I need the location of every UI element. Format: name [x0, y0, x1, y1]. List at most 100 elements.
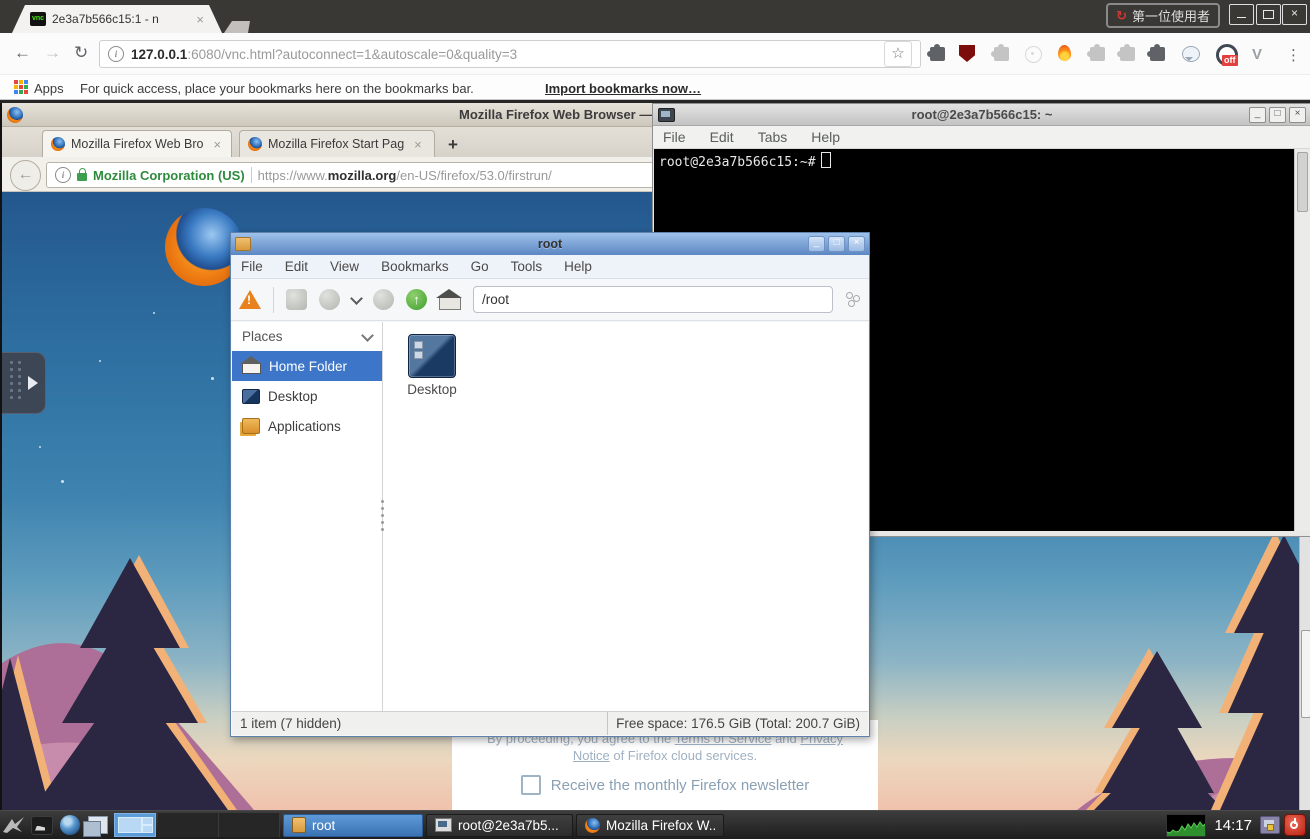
extension-puzzle-dark2-icon[interactable]	[1150, 47, 1165, 61]
terminal-titlebar[interactable]: root@2e3a7b566c15: ~ _ □ ×	[653, 104, 1310, 126]
firefox-tab-background[interactable]: Mozilla Firefox Start Pag ×	[239, 130, 435, 157]
firefox-tab2-close-icon[interactable]: ×	[414, 137, 422, 152]
fm-menu-bookmarks[interactable]: Bookmarks	[381, 259, 449, 274]
url-domain: mozilla.org	[328, 168, 397, 183]
atom-extension-icon[interactable]	[1025, 46, 1042, 63]
profile-badge[interactable]: ↻ 第一位使用者	[1106, 3, 1220, 28]
extension-puzzle-dark-icon[interactable]	[930, 47, 945, 61]
flame-extension-icon[interactable]	[1058, 45, 1071, 61]
home-folder-icon	[242, 364, 261, 374]
proxy-off-extension-icon[interactable]: off	[1216, 44, 1238, 66]
firefox-tab2-title: Mozilla Firefox Start Pag	[268, 137, 404, 151]
power-button[interactable]	[1284, 814, 1306, 836]
newsletter-checkbox[interactable]	[521, 775, 541, 795]
workspace-pager-active[interactable]	[114, 813, 156, 837]
cpu-monitor[interactable]	[1166, 814, 1206, 837]
firefox-tab-active[interactable]: Mozilla Firefox Web Bro ×	[42, 130, 232, 157]
back-icon[interactable]: ←	[14, 43, 31, 63]
identity-label[interactable]: Mozilla Corporation (US)	[93, 168, 245, 183]
sidebar-item-applications[interactable]: Applications	[232, 411, 382, 441]
file-manager-launcher[interactable]	[84, 813, 112, 838]
fm-maximize-button[interactable]: □	[828, 236, 845, 252]
fm-file-view[interactable]: Desktop	[383, 322, 868, 711]
back-nav-icon[interactable]	[319, 289, 340, 310]
window-close-button[interactable]: ×	[1282, 4, 1307, 25]
apps-grid-icon[interactable]	[14, 80, 28, 94]
taskbar-task-terminal[interactable]: root@2e3a7b5...	[426, 814, 573, 837]
path-input[interactable]: /root	[473, 286, 833, 313]
firefox-new-tab-button[interactable]: +	[448, 135, 458, 155]
fm-menu-edit[interactable]: Edit	[285, 259, 308, 274]
sidebar-item-home[interactable]: Home Folder	[232, 351, 382, 381]
view-options-icon[interactable]	[845, 292, 861, 308]
terminal-menu-tabs[interactable]: Tabs	[758, 129, 788, 145]
forward-icon[interactable]: →	[44, 43, 61, 63]
up-directory-icon[interactable]: ↑	[406, 289, 427, 310]
history-chevron-icon[interactable]	[350, 292, 363, 305]
sidebar-item-desktop[interactable]: Desktop	[232, 381, 382, 411]
terminal-maximize-button[interactable]: □	[1269, 107, 1286, 123]
firefox-window-icon	[7, 107, 23, 123]
fm-close-button[interactable]: ×	[848, 236, 865, 252]
home-icon[interactable]	[439, 298, 461, 310]
workspace-pager-2[interactable]	[158, 813, 219, 837]
firefox-page-info-icon[interactable]: i	[55, 167, 71, 183]
task-terminal-icon	[435, 818, 452, 832]
chrome-tab-stub[interactable]	[224, 21, 250, 33]
fm-menu-file[interactable]: File	[241, 259, 263, 274]
fm-menu-tools[interactable]: Tools	[511, 259, 543, 274]
vimium-extension-icon[interactable]: V	[1252, 46, 1262, 63]
chrome-tab-close-icon[interactable]: ×	[196, 12, 204, 27]
web-browser-launcher[interactable]	[56, 813, 84, 838]
terminal-scrollbar-thumb[interactable]	[1297, 152, 1308, 212]
bookmark-star-icon[interactable]: ☆	[884, 41, 912, 67]
screen-lock-icon[interactable]	[1260, 816, 1280, 834]
clock[interactable]: 14:17	[1214, 817, 1252, 834]
new-tab-icon[interactable]	[286, 289, 307, 310]
speech-bubble-extension-icon[interactable]	[1182, 46, 1200, 62]
window-maximize-button[interactable]	[1256, 4, 1281, 25]
chrome-menu-icon[interactable]: ⋮	[1286, 46, 1301, 64]
page-scrollbar-thumb[interactable]	[1301, 630, 1310, 718]
fm-minimize-button[interactable]: _	[808, 236, 825, 252]
show-desktop-button[interactable]	[28, 813, 56, 838]
terminal-menu-help[interactable]: Help	[811, 129, 840, 145]
window-minimize-button[interactable]	[1229, 4, 1254, 25]
fm-menu-help[interactable]: Help	[564, 259, 592, 274]
terminal-menu-file[interactable]: File	[663, 129, 686, 145]
fm-title: root	[231, 237, 869, 251]
fm-menu-view[interactable]: View	[330, 259, 359, 274]
chrome-tab[interactable]: vnc 2e3a7b566c15:1 - n ×	[12, 5, 222, 33]
task-firefox-label: Mozilla Firefox W...	[606, 818, 715, 833]
extension-puzzle-gray2-icon[interactable]	[1090, 47, 1105, 61]
taskbar-task-filemanager[interactable]: root	[283, 814, 423, 837]
fm-titlebar[interactable]: root _ □ ×	[231, 233, 869, 255]
fm-sidebar: Places Home Folder Desktop Applications	[232, 322, 383, 711]
page-info-icon[interactable]: i	[108, 46, 124, 62]
ublock-shield-icon[interactable]	[959, 45, 975, 62]
fm-menu-go[interactable]: Go	[471, 259, 489, 274]
terminal-prompt: root@2e3a7b566c15:~#	[659, 155, 816, 170]
terminal-minimize-button[interactable]: _	[1249, 107, 1266, 123]
address-bar[interactable]: i 127.0.0.1:6080/vnc.html?autoconnect=1&…	[99, 40, 921, 68]
file-item-desktop[interactable]: Desktop	[401, 334, 463, 397]
taskbar-task-firefox[interactable]: Mozilla Firefox W...	[576, 814, 724, 837]
terminal-menu-edit[interactable]: Edit	[710, 129, 734, 145]
apps-shortcut[interactable]: Apps	[34, 81, 64, 96]
workspace-pager-3[interactable]	[219, 813, 280, 837]
novnc-handle[interactable]	[2, 352, 46, 414]
fm-window-icon	[235, 237, 251, 251]
terminal-scrollbar[interactable]	[1294, 149, 1310, 531]
forward-nav-icon[interactable]	[373, 289, 394, 310]
import-bookmarks-link[interactable]: Import bookmarks now…	[545, 81, 701, 96]
places-collapse-icon[interactable]	[361, 329, 374, 342]
reload-icon[interactable]: ↻	[74, 43, 88, 63]
firefox-tab1-close-icon[interactable]: ×	[213, 137, 221, 152]
extension-puzzle-gray3-icon[interactable]	[1120, 47, 1135, 61]
status-item-count: 1 item (7 hidden)	[232, 716, 341, 731]
extension-puzzle-gray-icon[interactable]	[994, 47, 1009, 61]
terminal-close-button[interactable]: ×	[1289, 107, 1306, 123]
firefox-back-button[interactable]: ←	[10, 160, 41, 191]
app-menu-button[interactable]	[0, 813, 28, 838]
places-header[interactable]: Places	[232, 322, 382, 351]
